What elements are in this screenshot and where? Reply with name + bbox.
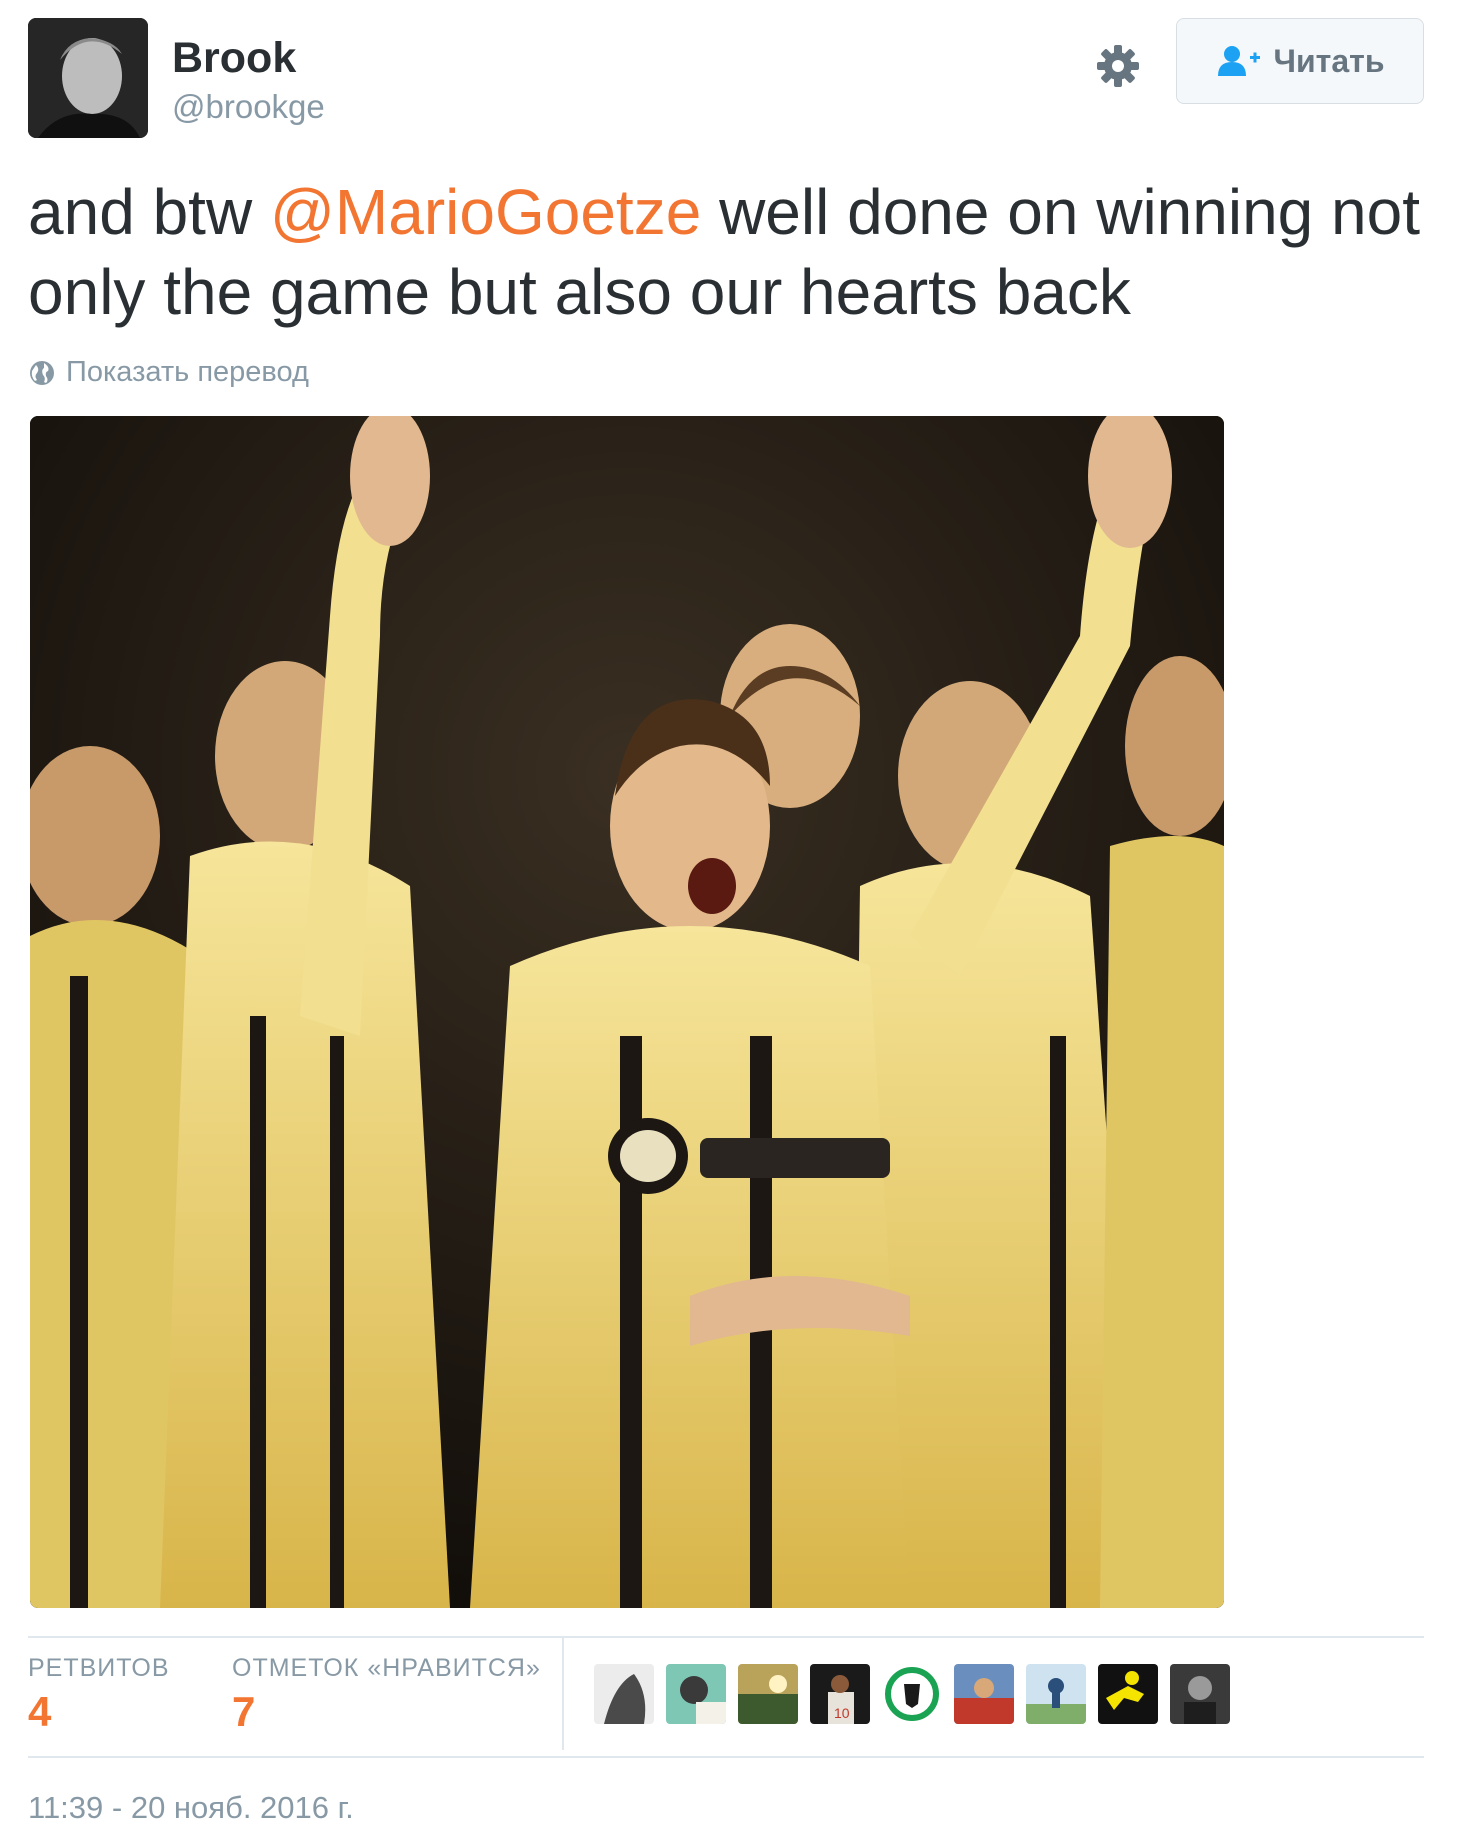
retweets-count[interactable]: 4 (28, 1688, 51, 1736)
tweet-text-before: and btw (28, 176, 270, 248)
likers-avatars: 10 (594, 1664, 1230, 1724)
tweet-photo[interactable] (30, 416, 1224, 1608)
svg-text:10: 10 (834, 1705, 850, 1721)
show-translation-link[interactable]: Показать перевод (28, 356, 309, 389)
follow-button[interactable]: Читать (1176, 18, 1424, 104)
stats-top-divider (28, 1636, 1424, 1638)
liker-avatar[interactable] (1098, 1664, 1158, 1724)
liker-avatar[interactable] (666, 1664, 726, 1724)
liker-avatar[interactable] (1026, 1664, 1086, 1724)
follow-person-plus-icon (1217, 46, 1260, 76)
liker-avatar[interactable] (882, 1664, 942, 1724)
liker-avatar[interactable] (954, 1664, 1014, 1724)
mention-link[interactable]: @MarioGoetze (270, 176, 701, 248)
globe-icon (30, 360, 54, 385)
stats-bottom-divider (28, 1756, 1424, 1758)
liker-avatar[interactable] (738, 1664, 798, 1724)
stats-vertical-divider (562, 1636, 564, 1750)
tweet-text: and btw @MarioGoetze well done on winnin… (28, 172, 1428, 332)
gear-icon[interactable] (1094, 42, 1142, 90)
show-translation-label: Показать перевод (66, 356, 309, 388)
likes-label[interactable]: ОТМЕТОК «НРАВИТСЯ» (232, 1654, 541, 1683)
user-avatar[interactable] (28, 18, 148, 138)
tweet-timestamp[interactable]: 11:39 - 20 нояб. 2016 г. (28, 1790, 354, 1826)
user-handle[interactable]: @brookge (172, 88, 325, 126)
user-name[interactable]: Brook (172, 34, 296, 83)
liker-avatar[interactable] (1170, 1664, 1230, 1724)
liker-avatar[interactable]: 10 (810, 1664, 870, 1724)
liker-avatar[interactable] (594, 1664, 654, 1724)
retweets-label[interactable]: РЕТВИТОВ (28, 1654, 170, 1683)
follow-button-label: Читать (1273, 42, 1385, 79)
likes-count[interactable]: 7 (232, 1688, 255, 1736)
